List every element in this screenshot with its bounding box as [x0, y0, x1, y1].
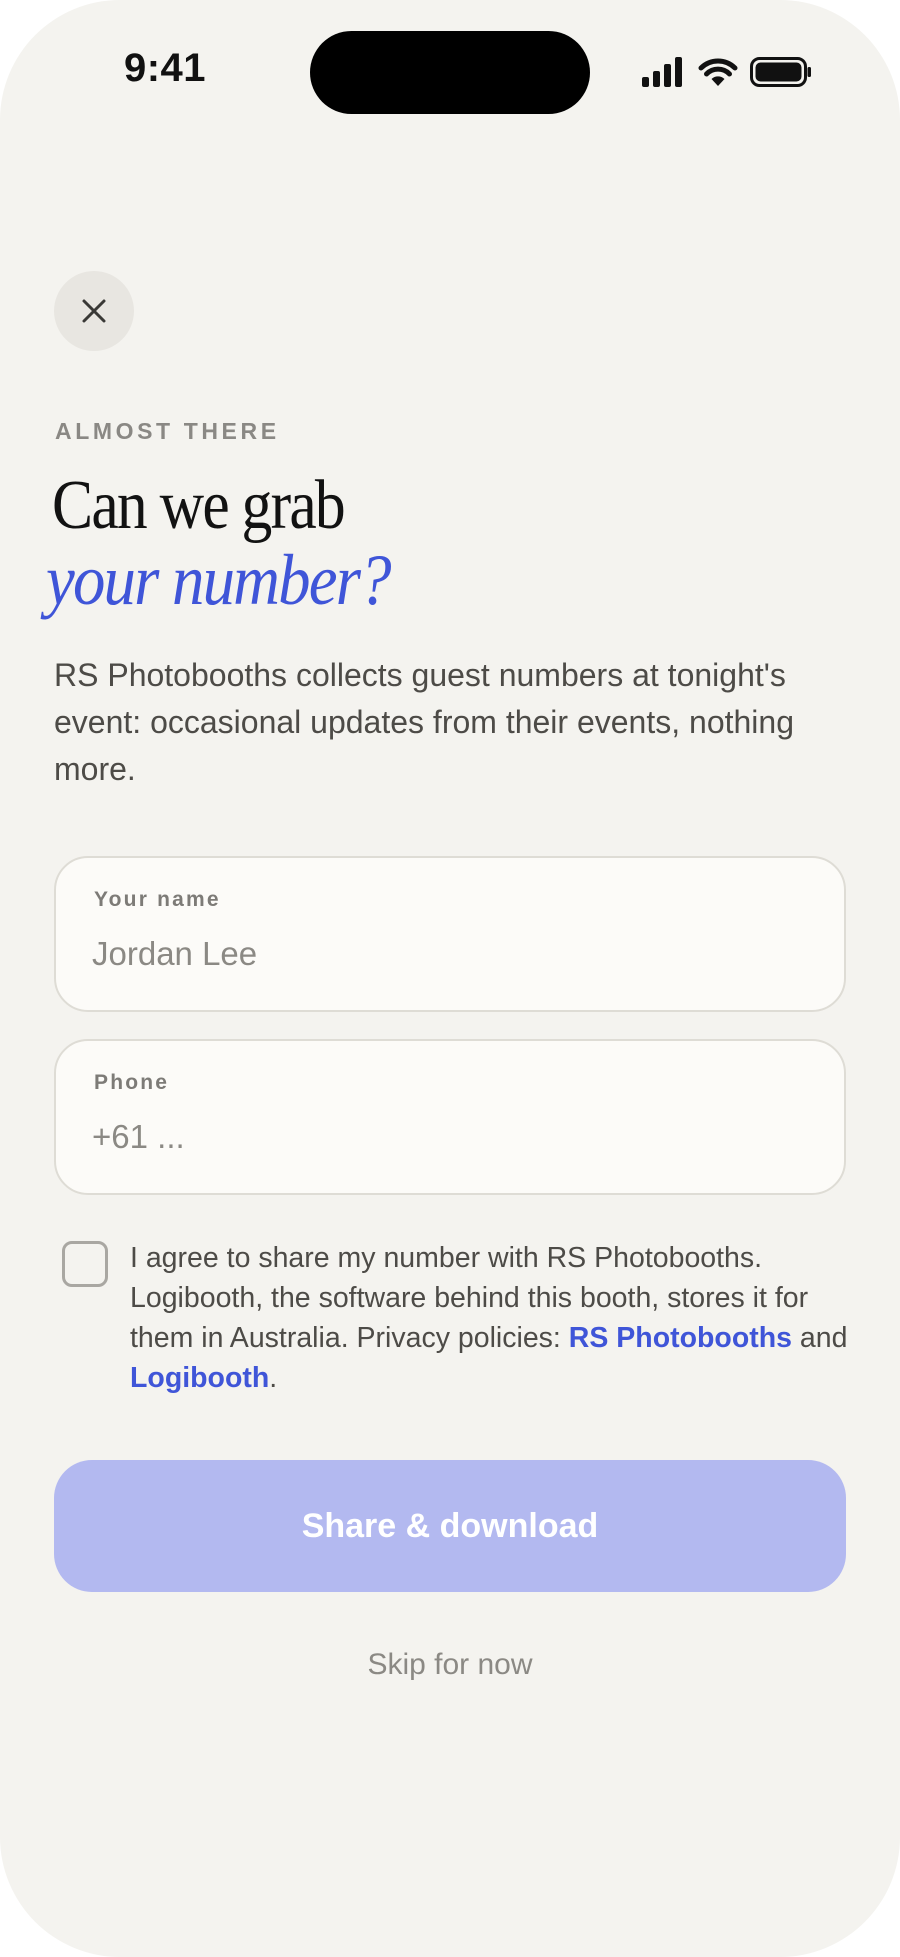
wifi-icon — [698, 58, 738, 86]
name-field[interactable]: Your name — [54, 856, 846, 1012]
battery-icon — [750, 57, 811, 87]
skip-link[interactable]: Skip for now — [0, 1648, 900, 1682]
intro-text: RS Photobooths collects guest numbers at… — [54, 657, 794, 787]
eyebrow-label: ALMOST THERE — [55, 418, 280, 444]
close-icon — [82, 299, 106, 323]
name-field-label: Your name — [94, 888, 221, 911]
consent-text-middle: and — [791, 1322, 848, 1354]
phone-screen: 9:41 ALMOST THERE Can we grab your numbe… — [0, 0, 900, 1957]
consent-text: I agree to share my number with RS Photo… — [130, 1238, 850, 1398]
phone-input[interactable] — [92, 1111, 792, 1163]
cellular-signal-icon — [642, 57, 682, 87]
page-title-line2: your number? — [46, 540, 392, 620]
name-input[interactable] — [92, 928, 792, 980]
consent-checkbox[interactable] — [62, 1241, 108, 1287]
phone-field-label: Phone — [94, 1071, 170, 1094]
status-icons — [642, 52, 812, 92]
close-button[interactable] — [54, 271, 134, 351]
status-time: 9:41 — [123, 46, 207, 90]
privacy-link-logibooth[interactable]: Logibooth — [130, 1362, 269, 1394]
phone-field[interactable]: Phone — [54, 1039, 846, 1195]
dynamic-island — [310, 31, 590, 114]
privacy-link-rs-photobooths[interactable]: RS Photobooths — [569, 1322, 792, 1354]
page-title-line1: Can we grab — [52, 467, 346, 544]
share-download-button[interactable]: Share & download — [54, 1460, 846, 1592]
consent-text-after: . — [269, 1362, 278, 1394]
